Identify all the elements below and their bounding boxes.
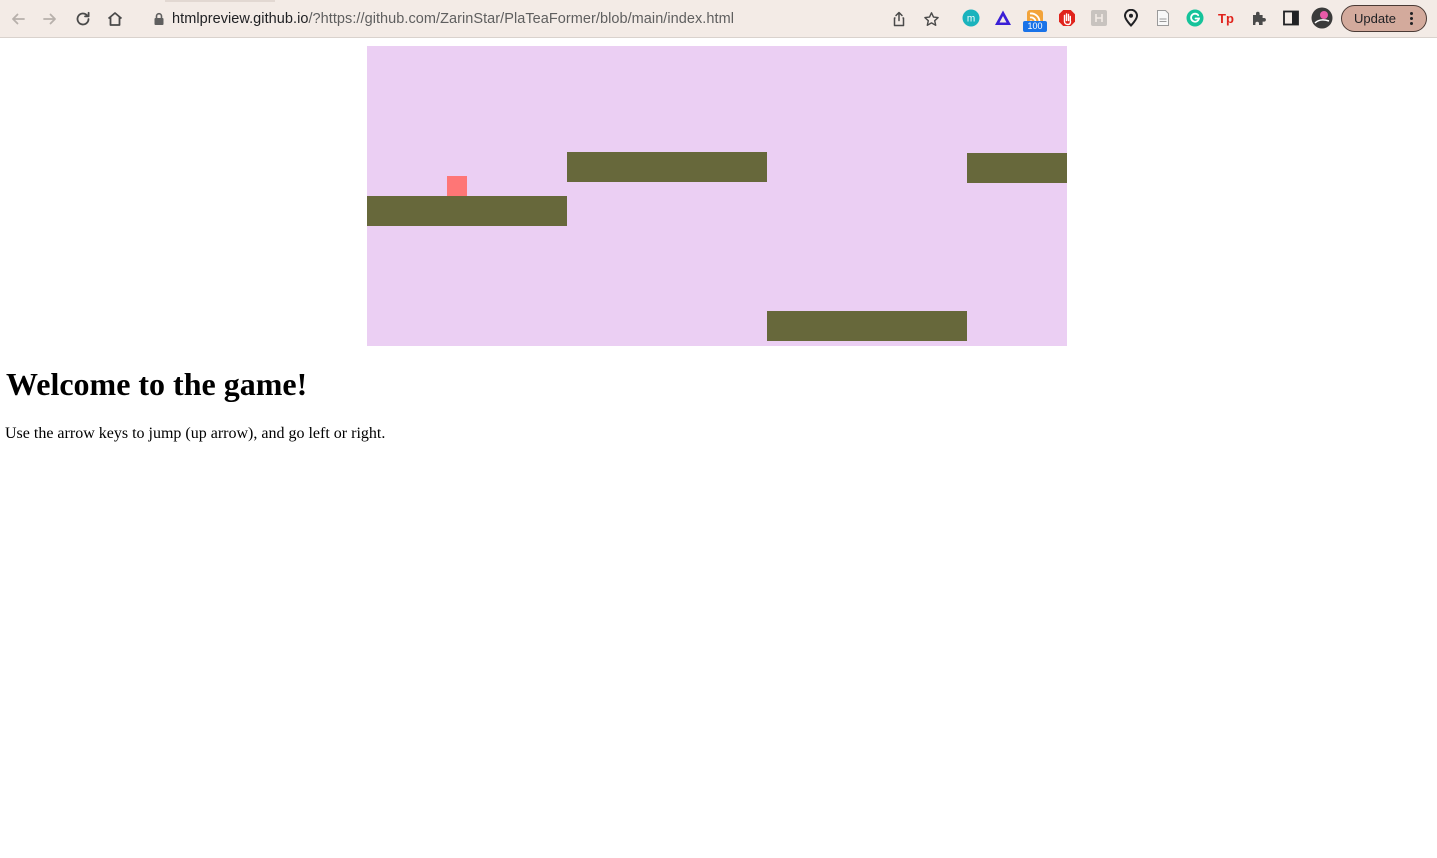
reload-icon xyxy=(76,11,90,26)
profile-avatar-button[interactable] xyxy=(1311,7,1333,29)
side-panel-button[interactable] xyxy=(1280,7,1302,29)
extension-tp[interactable]: Tp xyxy=(1216,7,1238,29)
triangle-extension-icon xyxy=(995,10,1011,25)
url-path: /?https://github.com/ZarinStar/PlaTeaFor… xyxy=(308,11,734,27)
game-instructions: Use the arrow keys to jump (up arrow), a… xyxy=(5,425,386,442)
extension-pin[interactable] xyxy=(1120,7,1142,29)
player-character xyxy=(447,176,467,196)
lock-icon xyxy=(146,12,172,26)
arrow-right-icon xyxy=(43,13,56,25)
document-icon xyxy=(1157,10,1169,26)
share-button[interactable] xyxy=(888,8,910,30)
star-icon xyxy=(923,11,939,26)
svg-text:Tp: Tp xyxy=(1218,11,1234,26)
side-panel-icon xyxy=(1283,10,1299,26)
extension-adblock[interactable] xyxy=(1056,7,1078,29)
extension-m[interactable]: m xyxy=(960,7,982,29)
bookmark-button[interactable] xyxy=(920,8,942,30)
extension-badge: 100 xyxy=(1023,21,1047,32)
extensions-menu-button[interactable] xyxy=(1248,7,1270,29)
browser-toolbar: htmlpreview.github.io/?https://github.co… xyxy=(0,0,1437,38)
share-icon xyxy=(893,11,905,27)
hand-stop-extension-icon xyxy=(1059,10,1075,26)
kebab-menu-icon xyxy=(1409,12,1413,25)
avatar xyxy=(1311,7,1333,29)
back-button[interactable] xyxy=(7,8,29,30)
platform xyxy=(967,153,1067,183)
platform xyxy=(767,311,967,341)
update-button[interactable]: Update xyxy=(1341,5,1427,32)
extension-grammarly[interactable] xyxy=(1184,7,1206,29)
extension-triangle[interactable] xyxy=(992,7,1014,29)
update-label: Update xyxy=(1354,11,1396,26)
m-extension-icon: m xyxy=(962,9,980,27)
puzzle-piece-icon xyxy=(1253,11,1266,25)
active-tab-indicator xyxy=(165,0,275,2)
home-icon xyxy=(107,12,123,26)
extension-gray[interactable] xyxy=(1088,7,1110,29)
platform xyxy=(567,152,767,182)
arrow-left-icon xyxy=(12,13,25,25)
forward-button[interactable] xyxy=(39,8,61,30)
home-button[interactable] xyxy=(104,8,126,30)
page-title: Welcome to the game! xyxy=(6,366,308,402)
grammarly-icon xyxy=(1186,9,1204,27)
game-canvas[interactable] xyxy=(367,46,1067,346)
address-bar[interactable]: htmlpreview.github.io/?https://github.co… xyxy=(140,4,950,34)
tp-extension-icon: Tp xyxy=(1218,11,1234,26)
svg-text:m: m xyxy=(967,14,975,25)
extension-doc[interactable] xyxy=(1152,7,1174,29)
url-host: htmlpreview.github.io xyxy=(172,11,309,27)
reload-button[interactable] xyxy=(72,8,94,30)
grey-extension-icon xyxy=(1091,10,1107,26)
location-pin-icon xyxy=(1123,9,1139,27)
platform xyxy=(367,196,567,226)
url-text: htmlpreview.github.io/?https://github.co… xyxy=(172,11,734,27)
